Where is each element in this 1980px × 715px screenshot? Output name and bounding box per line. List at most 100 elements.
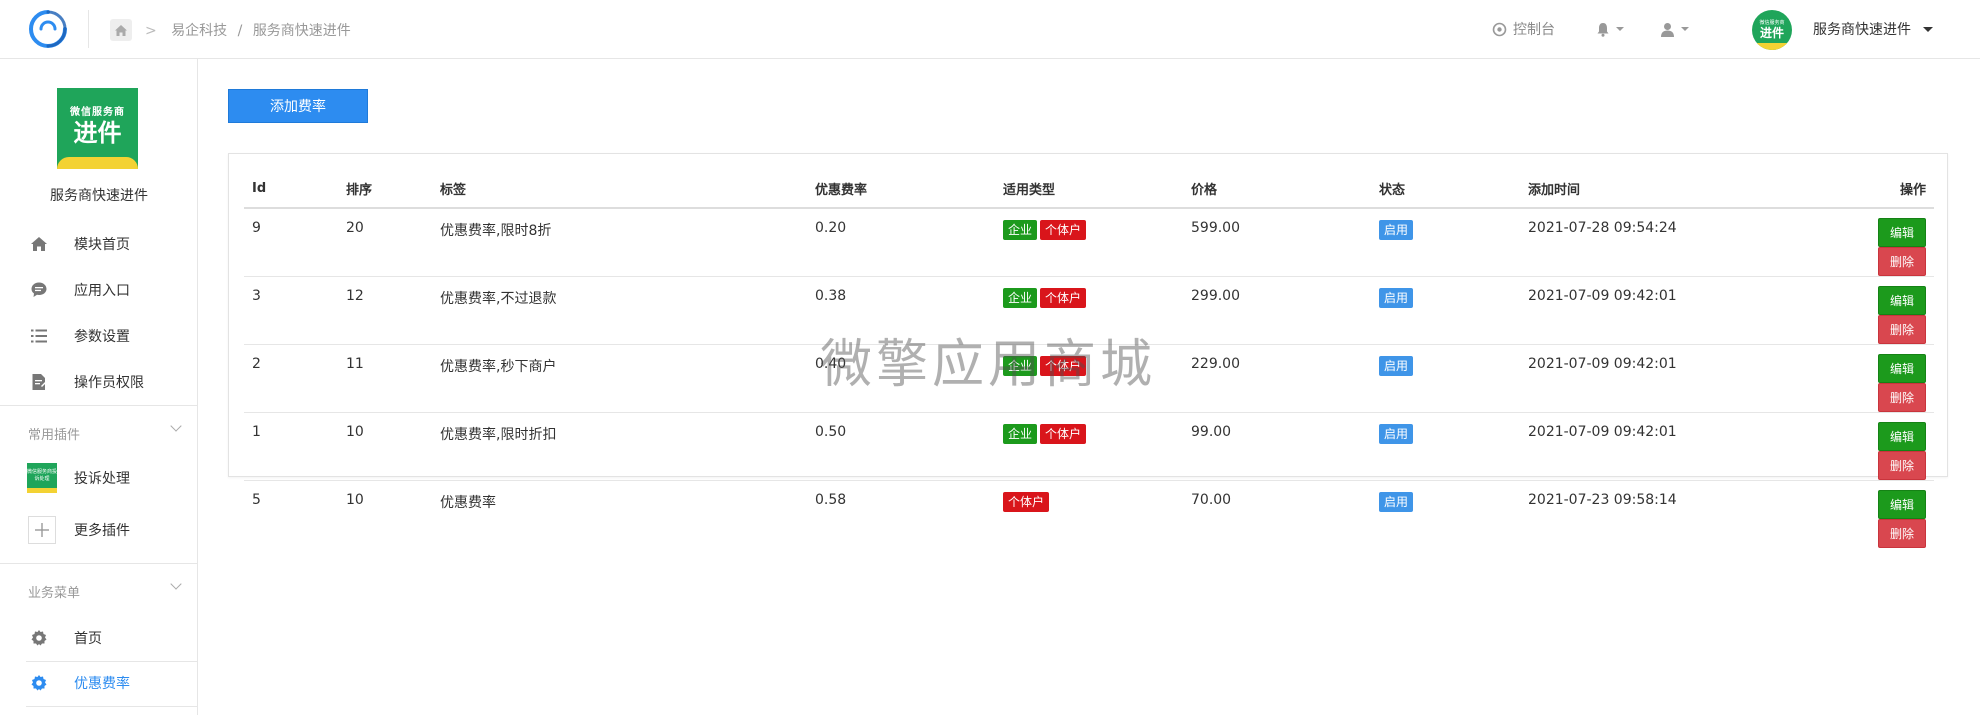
chevron-down-icon <box>1616 27 1624 31</box>
cell-sort: 11 <box>338 344 432 413</box>
cell-id: 2 <box>244 344 338 413</box>
cell-rate: 0.20 <box>807 208 995 277</box>
cell-added-time: 2021-07-09 09:42:01 <box>1520 344 1820 413</box>
cell-types: 企业 个体户 <box>995 208 1183 277</box>
column-header-added: 添加时间 <box>1520 170 1820 209</box>
module-logo-line2: 进件 <box>73 119 122 147</box>
cell-actions: 编辑删除 <box>1820 481 1934 548</box>
status-badge: 启用 <box>1379 424 1414 444</box>
rates-panel: Id 排序 标签 优惠费率 适用类型 价格 状态 添加时间 操作 9 20 优惠费率… <box>228 153 1948 548</box>
console-link[interactable]: 控制台 <box>1492 0 1555 58</box>
type-badge-individual: 个体户 <box>1003 492 1050 512</box>
sidebar-item-discount-rate[interactable]: 优惠费率 <box>0 661 198 705</box>
account-switcher[interactable]: 服务商快速进件 <box>1813 0 1933 58</box>
avatar[interactable]: 微信服务商 进件 <box>1752 10 1792 50</box>
status-badge: 启用 <box>1379 288 1414 308</box>
edit-button[interactable]: 编辑 <box>1877 490 1926 519</box>
sidebar-item-complaints[interactable]: 微信服务商投诉处理 投诉处理 <box>0 453 198 503</box>
add-rate-button[interactable]: 添加费率 <box>228 89 368 123</box>
notifications-button[interactable] <box>1596 0 1624 58</box>
table-row: 5 10 优惠费率 0.58 个体户 70.00 启用 2021-07-23 09:58:14… <box>244 481 1934 549</box>
sidebar-item-settings[interactable]: 参数设置 <box>0 314 198 358</box>
chevron-down-icon <box>170 420 182 432</box>
breadcrumb-item-module[interactable]: 服务商快速进件 <box>253 23 351 39</box>
sidebar: 微信服务商 进件 服务商快速进件 模块首页 应用入口 参数设置 操作员权限 常用… <box>0 59 198 715</box>
sidebar-item-label: 首页 <box>74 631 102 647</box>
cell-added-time: 2021-07-23 09:58:14 <box>1528 492 1677 508</box>
cell-actions: 编辑删除 <box>1820 344 1934 413</box>
cell-added-time: 2021-07-28 09:54:24 <box>1520 208 1820 277</box>
sidebar-item-business-home[interactable]: 首页 <box>0 616 198 660</box>
plugin-thumbnail: 微信服务商投诉处理 <box>27 463 57 493</box>
delete-button[interactable]: 删除 <box>1877 519 1926 548</box>
group-header-common-plugins[interactable]: 常用插件 <box>0 405 198 445</box>
cell-id: 3 <box>244 276 338 345</box>
cell-id: 9 <box>244 208 338 277</box>
avatar-line2: 进件 <box>1759 26 1784 40</box>
cell-price: 299.00 <box>1183 276 1371 345</box>
edit-button[interactable]: 编辑 <box>1877 286 1926 315</box>
breadcrumb: > 易企科技 / 服务商快速进件 <box>145 20 357 40</box>
column-header-price: 价格 <box>1183 170 1371 209</box>
module-name: 服务商快速进件 <box>50 188 148 204</box>
edit-button[interactable]: 编辑 <box>1877 422 1926 451</box>
type-badge-enterprise: 企业 <box>1003 356 1038 376</box>
sidebar-item-more-plugins[interactable]: 更多插件 <box>0 505 198 555</box>
cell-status: 启用 <box>1371 412 1520 481</box>
cell-status: 启用 <box>1371 344 1520 413</box>
cell-rate: 0.40 <box>807 344 995 413</box>
column-header-actions: 操作 <box>1820 170 1934 209</box>
sidebar-item-operator-permissions[interactable]: 操作员权限 <box>0 360 198 404</box>
sidebar-item-app-entry[interactable]: 应用入口 <box>0 268 198 312</box>
edit-button[interactable]: 编辑 <box>1877 218 1926 247</box>
cell-added-time: 2021-07-09 09:42:01 <box>1520 276 1820 345</box>
cell-actions: 编辑删除 <box>1820 412 1934 481</box>
cell-id: 1 <box>244 412 338 481</box>
console-label: 控制台 <box>1513 22 1555 38</box>
edit-button[interactable]: 编辑 <box>1877 354 1926 383</box>
home-icon <box>30 235 48 253</box>
chevron-down-icon <box>1681 27 1689 31</box>
group-header-business-menu[interactable]: 业务菜单 <box>0 563 198 603</box>
cell-types: 个体户 <box>995 481 1183 549</box>
sidebar-item-label: 投诉处理 <box>74 471 130 487</box>
delete-button[interactable]: 删除 <box>1877 247 1926 276</box>
table-row: 3 12 优惠费率,不过退款 0.38 企业 个体户 299.00 启用 2021-07-09 … <box>244 276 1934 345</box>
plus-icon <box>28 516 56 544</box>
sidebar-item-label: 操作员权限 <box>74 375 144 391</box>
cell-price: 229.00 <box>1183 344 1371 413</box>
cell-sort: 12 <box>338 276 432 345</box>
divider <box>26 706 198 707</box>
gear-icon <box>30 629 48 647</box>
table-row: 9 20 优惠费率,限时8折 0.20 企业 个体户 599.00 启用 2021-07-28 … <box>244 208 1934 277</box>
cell-types: 企业 个体户 <box>995 276 1183 345</box>
type-badge-individual: 个体户 <box>1040 220 1087 240</box>
dashboard-icon <box>1492 22 1507 36</box>
chevron-right-icon: > <box>145 23 157 39</box>
delete-button[interactable]: 删除 <box>1877 383 1926 412</box>
cell-added-time: 2021-07-09 09:42:01 <box>1520 412 1820 481</box>
cell-types: 企业 个体户 <box>995 412 1183 481</box>
home-icon <box>115 24 127 36</box>
group-title: 业务菜单 <box>28 586 81 601</box>
breadcrumb-item-company[interactable]: 易企科技 <box>171 23 227 39</box>
app-logo-icon[interactable] <box>27 8 69 50</box>
cell-sort: 20 <box>338 208 432 277</box>
sidebar-item-label: 参数设置 <box>74 329 130 345</box>
cell-actions: 编辑删除 <box>1820 276 1934 345</box>
cell-sort: 10 <box>346 492 364 508</box>
user-menu-button[interactable] <box>1660 0 1689 58</box>
cell-status: 启用 <box>1371 276 1520 345</box>
sidebar-item-label: 模块首页 <box>74 237 130 253</box>
rates-table: Id 排序 标签 优惠费率 适用类型 价格 状态 添加时间 操作 9 20 优惠费率… <box>244 170 1934 548</box>
sidebar-item-label: 更多插件 <box>74 523 130 539</box>
breadcrumb-separator: / <box>237 23 243 39</box>
type-badge-enterprise: 企业 <box>1003 220 1038 240</box>
group-title: 常用插件 <box>28 428 81 443</box>
delete-button[interactable]: 删除 <box>1877 315 1926 344</box>
sidebar-item-module-home[interactable]: 模块首页 <box>0 222 198 266</box>
home-button[interactable] <box>110 19 132 41</box>
table-header-row: Id 排序 标签 优惠费率 适用类型 价格 状态 添加时间 操作 <box>244 170 1934 209</box>
delete-button[interactable]: 删除 <box>1877 451 1926 480</box>
cell-price: 70.00 <box>1191 492 1232 508</box>
